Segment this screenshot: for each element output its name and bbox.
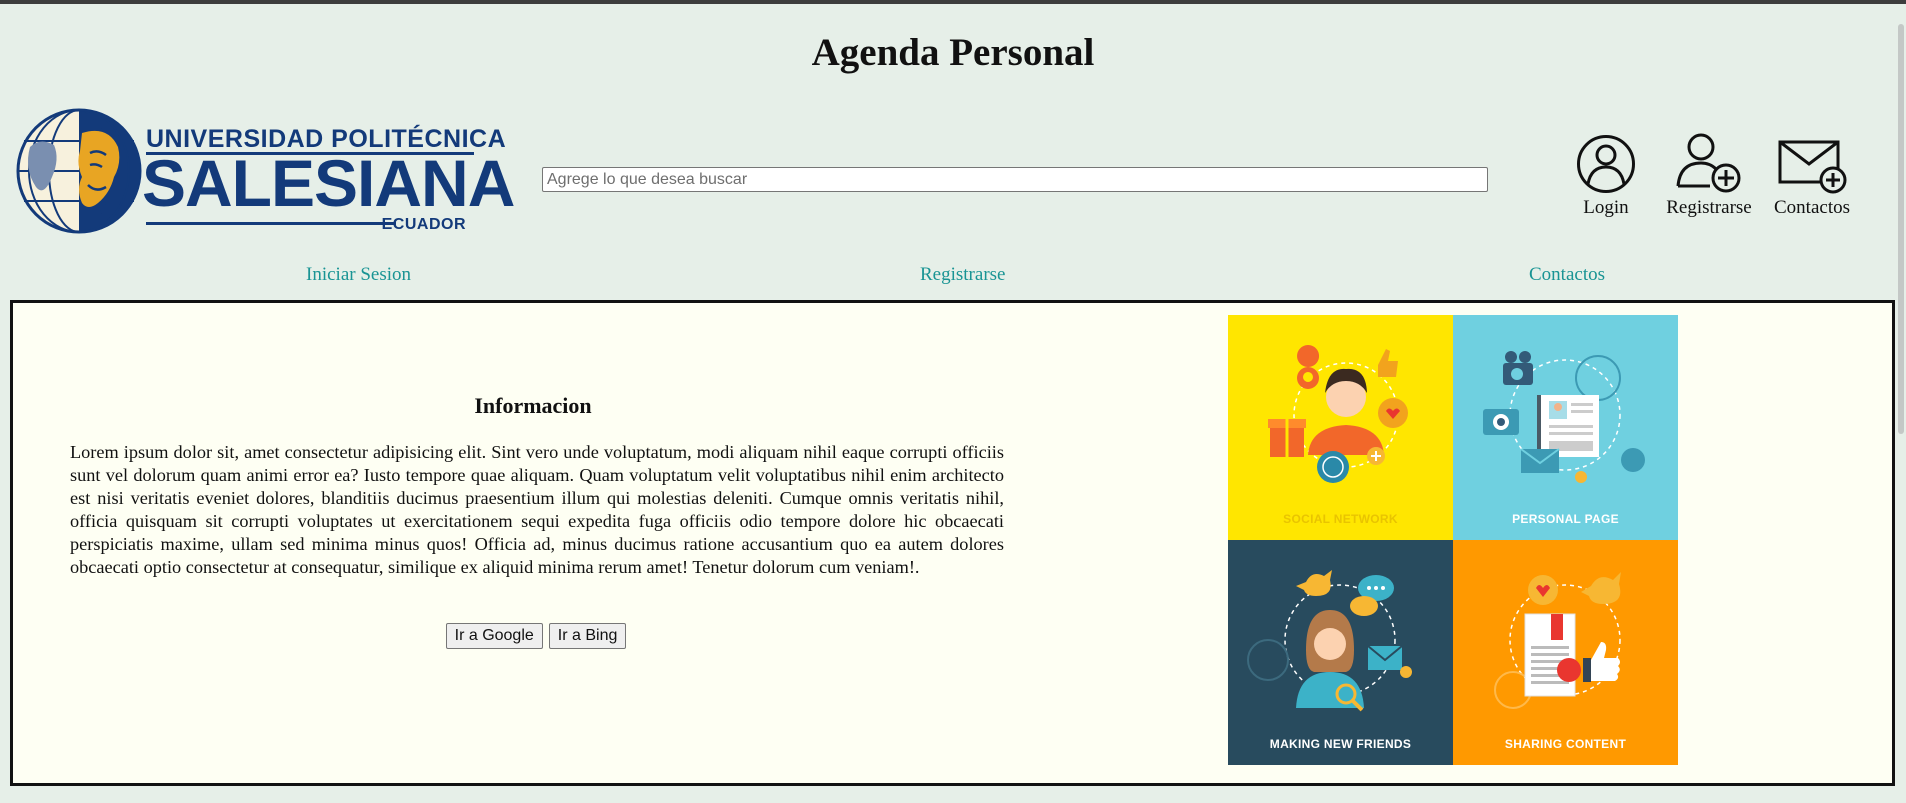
page-title: Agenda Personal: [811, 31, 1095, 74]
logo-rule-bottom: [146, 222, 396, 225]
social-network-illustration-icon: [1268, 345, 1408, 483]
login-label: Login: [1583, 197, 1629, 218]
user-add-icon: [1676, 133, 1741, 193]
tile-sharing-content: SHARING CONTENT: [1453, 540, 1678, 765]
personal-page-illustration-icon: [1483, 351, 1645, 483]
tile-social-network: SOCIAL NETWORK: [1228, 315, 1453, 540]
button-row: Ir a Google Ir a Bing: [63, 623, 1009, 649]
contacts-link[interactable]: Contactos: [1767, 138, 1857, 219]
logo-ecuador-text: ECUADOR: [381, 216, 466, 233]
university-logo: UNIVERSIDAD POLITÉCNICA SALESIANA ECUADO…: [16, 107, 515, 235]
tile-personal-page: PERSONAL PAGE: [1453, 315, 1678, 540]
nav-iniciar-sesion[interactable]: Iniciar Sesion: [306, 264, 411, 286]
tile-label-social-network: SOCIAL NETWORK: [1283, 512, 1398, 526]
sharing-content-illustration-icon: [1494, 572, 1621, 709]
search-input[interactable]: [542, 167, 1488, 192]
register-label: Registrarse: [1666, 197, 1752, 218]
tile-label-personal-page: PERSONAL PAGE: [1512, 512, 1619, 526]
info-heading: Informacion: [474, 393, 592, 418]
tile-label-sharing-content: SHARING CONTENT: [1504, 737, 1627, 751]
envelope-add-icon: [1778, 140, 1847, 194]
making-friends-illustration-icon: [1247, 570, 1412, 712]
contacts-label: Contactos: [1774, 197, 1850, 218]
go-google-button[interactable]: Ir a Google: [445, 623, 543, 649]
tile-label-making-new-friends: MAKING NEW FRIENDS: [1269, 737, 1412, 751]
go-bing-button[interactable]: Ir a Bing: [548, 623, 627, 649]
info-paragraph: Lorem ipsum dolor sit, amet consectetur …: [70, 442, 1004, 577]
tile-making-new-friends: MAKING NEW FRIENDS: [1228, 540, 1453, 765]
logo-salesiana-text: SALESIANA: [142, 146, 515, 220]
globe-emblem-icon: [16, 108, 142, 234]
login-link[interactable]: Login: [1561, 134, 1651, 219]
user-circle-icon: [1577, 135, 1635, 193]
window-top-border: [0, 0, 1906, 4]
social-illustration-grid: SOCIAL NETWORK PERSONAL PAGE MAKING NEW …: [1228, 315, 1679, 766]
nav-registrarse[interactable]: Registrarse: [920, 264, 1005, 286]
page-scrollbar[interactable]: [1896, 4, 1906, 803]
register-link[interactable]: Registrarse: [1664, 131, 1754, 219]
scrollbar-thumb[interactable]: [1898, 24, 1904, 434]
nav-contactos[interactable]: Contactos: [1529, 264, 1605, 286]
main-content: Informacion Lorem ipsum dolor sit, amet …: [10, 300, 1895, 786]
